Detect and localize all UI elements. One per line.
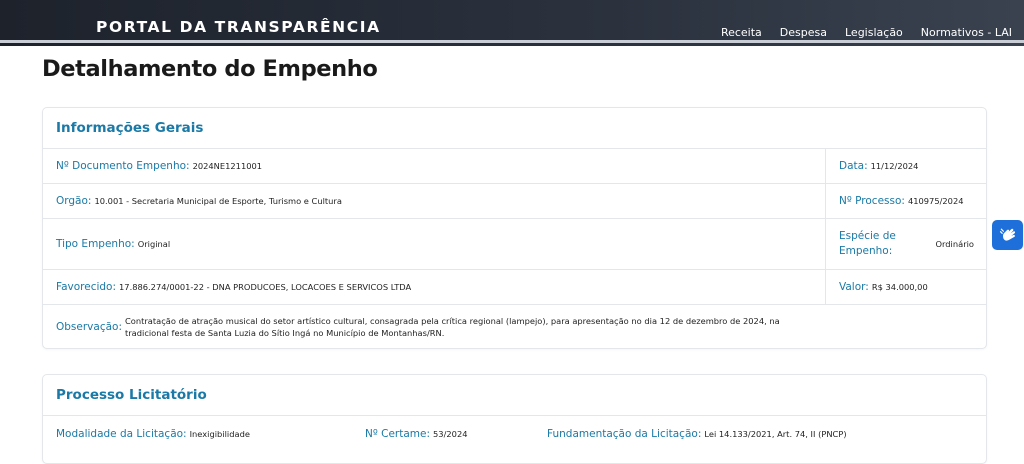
- valor-label: Valor:: [839, 281, 869, 293]
- tipo-label: Tipo Empenho:: [56, 238, 135, 250]
- tipo-value: Original: [137, 239, 171, 249]
- modalidade-cell: Modalidade da Licitação: Inexigibilidade: [43, 416, 352, 452]
- header-stripe: [0, 40, 1024, 43]
- processo-cell: Nº Processo: 410975/2024: [826, 184, 986, 218]
- main-nav: Receita Despesa Legislação Normativos - …: [721, 26, 1012, 39]
- fundamentacao-cell: Fundamentação da Licitação: Lei 14.133/2…: [534, 416, 847, 452]
- favorecido-label: Favorecido:: [56, 281, 117, 293]
- data-value: 11/12/2024: [870, 161, 919, 171]
- tipo-cell: Tipo Empenho: Original: [43, 219, 826, 269]
- processo-value: 410975/2024: [907, 196, 964, 206]
- certame-label: Nº Certame:: [365, 428, 431, 440]
- orgao-label: Orgão:: [56, 195, 92, 207]
- observacao-cell: Observação: Contratação de atração music…: [43, 305, 785, 349]
- processo-row: Modalidade da Licitação: Inexigibilidade…: [43, 416, 986, 452]
- especie-cell: Espécie de Empenho: Ordinário: [826, 219, 986, 269]
- orgao-value: 10.001 - Secretaria Municipal de Esporte…: [94, 196, 342, 206]
- nav-legislacao[interactable]: Legislação: [845, 26, 903, 39]
- especie-value: Ordinário: [935, 239, 974, 249]
- nav-normativos-lai[interactable]: Normativos - LAI: [921, 26, 1012, 39]
- documento-cell: Nº Documento Empenho: 2024NE1211001: [43, 149, 826, 183]
- fundamentacao-label: Fundamentação da Licitação:: [547, 428, 702, 440]
- nav-receita[interactable]: Receita: [721, 26, 762, 39]
- favorecido-cell: Favorecido: 17.886.274/0001-22 - DNA PRO…: [43, 270, 826, 304]
- modalidade-value: Inexigibilidade: [189, 429, 250, 439]
- row-favorecido: Favorecido: 17.886.274/0001-22 - DNA PRO…: [43, 270, 986, 305]
- documento-value: 2024NE1211001: [192, 161, 263, 171]
- observacao-label: Observação:: [56, 321, 122, 333]
- observacao-value: Contratação de atração musical do setor …: [125, 316, 780, 338]
- top-bar: PORTAL DA TRANSPARÊNCIA Receita Despesa …: [0, 0, 1024, 46]
- valor-cell: Valor: R$ 34.000,00: [826, 270, 986, 304]
- certame-value: 53/2024: [433, 429, 468, 439]
- row-orgao: Orgão: 10.001 - Secretaria Municipal de …: [43, 184, 986, 219]
- documento-label: Nº Documento Empenho:: [56, 160, 190, 172]
- certame-cell: Nº Certame: 53/2024: [352, 416, 534, 452]
- valor-value: R$ 34.000,00: [871, 282, 928, 292]
- hand-sign-language-icon: [999, 228, 1015, 241]
- nav-despesa[interactable]: Despesa: [780, 26, 827, 39]
- fundamentacao-value: Lei 14.133/2021, Art. 74, II (PNCP): [704, 429, 847, 439]
- favorecido-value: 17.886.274/0001-22 - DNA PRODUCOES, LOCA…: [119, 282, 412, 292]
- processo-label: Nº Processo:: [839, 195, 905, 207]
- processo-licitatorio-title: Processo Licitatório: [43, 375, 986, 416]
- accessibility-button[interactable]: [992, 220, 1023, 250]
- row-observacao: Observação: Contratação de atração music…: [43, 305, 986, 349]
- info-gerais-title: Informações Gerais: [43, 108, 986, 149]
- portal-brand[interactable]: PORTAL DA TRANSPARÊNCIA: [96, 18, 381, 36]
- info-gerais-card: Informações Gerais Nº Documento Empenho:…: [42, 107, 987, 349]
- modalidade-label: Modalidade da Licitação:: [56, 428, 187, 440]
- data-label: Data:: [839, 160, 868, 172]
- row-documento: Nº Documento Empenho: 2024NE1211001 Data…: [43, 149, 986, 184]
- data-cell: Data: 11/12/2024: [826, 149, 986, 183]
- orgao-cell: Orgão: 10.001 - Secretaria Municipal de …: [43, 184, 826, 218]
- page-title: Detalhamento do Empenho: [42, 56, 378, 82]
- especie-label: Espécie de Empenho:: [839, 230, 896, 257]
- row-tipo: Tipo Empenho: Original Espécie de Empenh…: [43, 219, 986, 270]
